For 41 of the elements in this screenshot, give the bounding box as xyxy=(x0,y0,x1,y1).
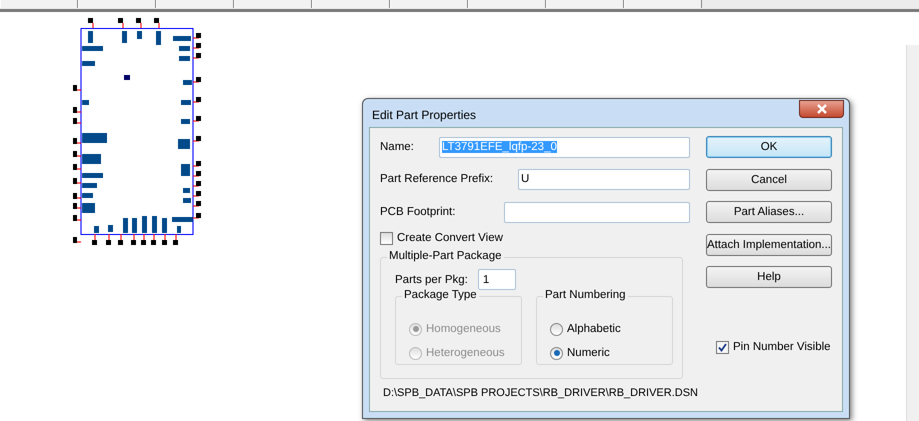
checkbox-label: Pin Number Visible xyxy=(733,341,831,353)
radio-label: Numeric xyxy=(567,347,610,359)
document-tab[interactable] xyxy=(234,0,312,8)
dialog-button[interactable]: Cancel xyxy=(706,168,832,190)
radio-button[interactable] xyxy=(550,346,563,360)
field-label: PCB Footprint: xyxy=(380,206,456,218)
window-title: Edit Part Properties xyxy=(372,108,476,122)
radio-label: Alphabetic xyxy=(567,323,621,335)
group-title: Part Numbering xyxy=(543,289,628,301)
file-path: D:\SPB_DATA\SPB PROJECTS\RB_DRIVER\RB_DRIVER.DSN xyxy=(383,387,698,399)
dialog-button[interactable]: Attach Implementation... xyxy=(706,234,832,256)
document-tab[interactable] xyxy=(468,0,546,8)
dialog-button[interactable]: Help xyxy=(706,266,832,288)
group-title: Multiple-Part Package xyxy=(387,250,504,262)
checkbox[interactable] xyxy=(716,340,729,354)
field-value: LT3791EFE_lqfp-23_0 xyxy=(442,141,557,153)
checkbox-label: Create Convert View xyxy=(397,232,503,244)
field-label: Part Reference Prefix: xyxy=(380,173,494,185)
document-tab[interactable] xyxy=(78,0,156,8)
dialog-button[interactable]: Part Aliases... xyxy=(706,201,832,223)
document-tab[interactable] xyxy=(390,0,468,8)
document-tab[interactable] xyxy=(156,0,234,8)
close-icon xyxy=(816,104,828,114)
document-tab[interactable] xyxy=(312,0,390,8)
scrollbar[interactable] xyxy=(906,45,919,421)
group-title: Package Type xyxy=(402,289,479,301)
field-label: Name: xyxy=(380,141,414,153)
field-value: U xyxy=(521,173,530,185)
radio-button[interactable] xyxy=(550,322,563,336)
radio-label: Homogeneous xyxy=(426,323,501,335)
dialog-button[interactable]: OK xyxy=(706,136,832,158)
text-field[interactable]: 1 xyxy=(478,269,516,290)
document-tab[interactable] xyxy=(624,0,702,8)
checkbox[interactable] xyxy=(380,232,393,244)
close-button[interactable] xyxy=(799,100,844,118)
text-field[interactable]: U xyxy=(518,168,690,190)
radio-label: Heterogeneous xyxy=(426,347,505,359)
document-tab[interactable] xyxy=(0,0,78,8)
text-field[interactable] xyxy=(504,202,690,222)
field-label: Parts per Pkg: xyxy=(395,274,468,286)
document-tab[interactable] xyxy=(546,0,624,8)
